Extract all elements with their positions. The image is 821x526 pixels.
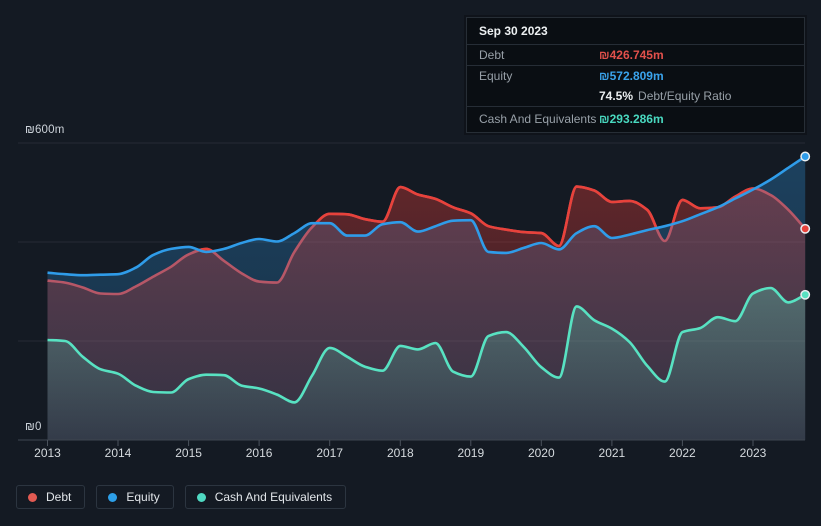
- chart-panel: ₪600m ₪0 2013 2014 2015 2016 2017 2018 2019 202…: [0, 0, 821, 526]
- tooltip-row-debt: Debt ₪426.745m: [467, 45, 804, 66]
- x-axis-label: 2015: [175, 446, 202, 460]
- tooltip-date: Sep 30 2023: [467, 18, 804, 45]
- equity-dot-icon: [108, 492, 118, 502]
- legend-item-debt[interactable]: Debt: [16, 485, 86, 509]
- tooltip-ratio-label: Debt/Equity Ratio: [638, 89, 732, 103]
- debt-endpoint-marker: [800, 223, 811, 234]
- legend-item-cash[interactable]: Cash And Equivalents: [184, 485, 347, 509]
- x-axis-label: 2021: [598, 446, 626, 460]
- legend-label-debt: Debt: [46, 490, 72, 504]
- x-axis-label: 2018: [386, 446, 414, 460]
- x-axis-label: 2022: [669, 446, 696, 460]
- tooltip-equity-value: ₪572.809m: [599, 69, 664, 83]
- equity-endpoint-marker: [800, 151, 811, 162]
- x-axis-label: 2023: [739, 446, 767, 460]
- y-axis-label-0: ₪0: [25, 421, 42, 433]
- legend-label-cash: Cash And Equivalents: [214, 490, 333, 504]
- tooltip-ratio-value: 74.5%: [599, 89, 634, 103]
- x-axis-label: 2017: [316, 446, 344, 460]
- x-axis-label: 2016: [245, 446, 273, 460]
- tooltip-row-cash: Cash And Equivalents ₪293.286m: [467, 107, 804, 132]
- tooltip-equity-label: Equity: [479, 69, 513, 83]
- x-axis-label: 2014: [104, 446, 132, 460]
- legend-label-equity: Equity: [126, 490, 160, 504]
- tooltip-debt-value: ₪426.745m: [599, 48, 664, 62]
- tooltip: Sep 30 2023 Debt ₪426.745m Equity ₪572.8…: [466, 17, 805, 133]
- x-axis-label: 2020: [527, 446, 555, 460]
- tooltip-debt-label: Debt: [479, 48, 505, 62]
- cash-endpoint-marker: [800, 289, 811, 300]
- x-axis-label: 2013: [34, 446, 61, 460]
- tooltip-row-equity: Equity ₪572.809m: [467, 66, 804, 86]
- legend: Debt Equity Cash And Equivalents: [16, 485, 347, 509]
- x-axis-label: 2019: [457, 446, 485, 460]
- tooltip-cash-label: Cash And Equivalents: [479, 112, 597, 126]
- legend-item-equity[interactable]: Equity: [96, 485, 174, 509]
- tooltip-cash-value: ₪293.286m: [599, 112, 664, 126]
- y-axis-label-600m: ₪600m: [25, 124, 65, 136]
- tooltip-row-ratio: 74.5% Debt/Equity Ratio: [467, 86, 804, 107]
- cash-dot-icon: [196, 492, 206, 502]
- debt-dot-icon: [28, 492, 37, 502]
